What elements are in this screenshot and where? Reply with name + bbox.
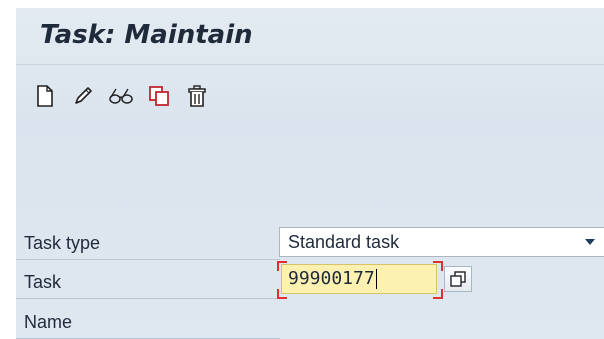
display-button[interactable] [108,83,134,109]
screen-title: Task: Maintain [40,20,253,50]
task-input[interactable]: 99900177 [281,264,437,294]
multiple-selection-icon [450,271,466,287]
trash-icon [188,85,206,107]
task-type-value: Standard task [288,231,400,252]
task-type-label-underline [16,259,280,260]
new-document-icon [37,85,53,107]
text-caret [375,269,377,289]
sap-window: Task: Maintain Task type Standard task T… [0,0,604,339]
task-input-focus-frame: 99900177 [277,261,443,301]
application-toolbar [32,81,210,111]
task-type-label: Task type [24,232,101,253]
glasses-icon [109,88,133,104]
chevron-down-icon[interactable] [582,227,598,257]
task-row: Task [16,266,61,298]
task-input-value: 99900177 [288,268,375,289]
value-help-button[interactable] [444,266,472,292]
task-type-row: Task type [16,227,100,259]
top-border [0,0,604,8]
delete-button[interactable] [184,83,210,109]
pencil-icon [75,87,92,104]
name-row: Name [16,306,72,338]
copy-button[interactable] [146,83,172,109]
create-button[interactable] [32,83,58,109]
name-label: Name [24,311,73,332]
task-label-underline [16,298,280,299]
task-type-select[interactable]: Standard task [279,227,604,257]
title-divider [16,64,604,65]
left-border [0,0,16,339]
task-label: Task [24,271,62,292]
change-button[interactable] [70,83,96,109]
copy-icon [149,86,169,106]
